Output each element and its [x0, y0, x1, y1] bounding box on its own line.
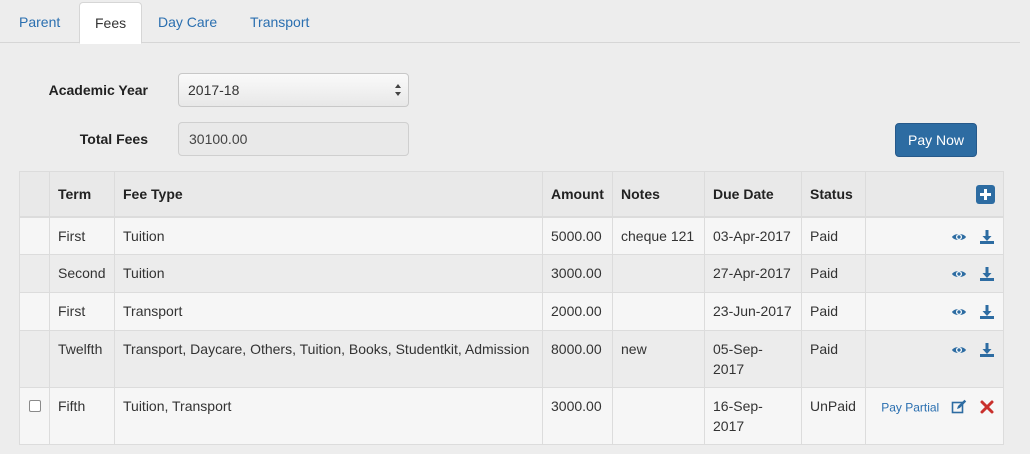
- row-checkbox-cell: [19, 216, 50, 255]
- due-date-cell: 05-Sep-2017: [704, 330, 802, 388]
- header-amount: Amount: [542, 171, 613, 218]
- term-cell: First: [49, 216, 115, 255]
- amount-cell: 8000.00: [542, 330, 613, 388]
- amount-cell: 5000.00: [542, 216, 613, 255]
- table-row: Fifth Tuition, Transport 3000.00 16-Sep-…: [19, 387, 1004, 445]
- tab-parent[interactable]: Parent: [4, 2, 75, 43]
- row-checkbox-cell: [19, 387, 50, 445]
- total-fees-label: Total Fees: [79, 131, 148, 147]
- table-row: First Tuition 5000.00 cheque 121 03-Apr-…: [19, 216, 1004, 255]
- header-fee-type: Fee Type: [114, 171, 543, 218]
- row-checkbox-cell: [19, 330, 50, 388]
- fees-table: Term Fee Type Amount Notes Due Date Stat…: [19, 171, 1004, 445]
- notes-cell: new: [612, 330, 705, 388]
- tab-transport[interactable]: Transport: [235, 2, 324, 43]
- header-term: Term: [49, 171, 115, 218]
- tab-bar: Parent Fees Day Care Transport: [0, 0, 1020, 44]
- total-fees-field: 30100.00: [178, 122, 409, 156]
- header-notes: Notes: [612, 171, 705, 218]
- row-checkbox-cell: [19, 292, 50, 331]
- table-row: Twelfth Transport, Daycare, Others, Tuit…: [19, 330, 1004, 388]
- term-cell: Twelfth: [49, 330, 115, 388]
- download-icon[interactable]: [979, 229, 995, 245]
- status-cell: Paid: [801, 292, 866, 331]
- due-date-cell: 23-Jun-2017: [704, 292, 802, 331]
- table-row: First Transport 2000.00 23-Jun-2017 Paid: [19, 292, 1004, 331]
- pay-now-button[interactable]: Pay Now: [895, 123, 977, 157]
- fee-type-cell: Transport, Daycare, Others, Tuition, Boo…: [114, 330, 543, 388]
- status-cell: Paid: [801, 330, 866, 388]
- view-icon[interactable]: [951, 342, 967, 358]
- academic-year-label: Academic Year: [48, 82, 148, 98]
- actions-cell: [865, 292, 1004, 331]
- edit-icon[interactable]: [951, 399, 967, 415]
- delete-icon[interactable]: [979, 399, 995, 415]
- download-icon[interactable]: [979, 342, 995, 358]
- actions-cell: [865, 254, 1004, 293]
- pay-partial-link[interactable]: Pay Partial: [881, 400, 939, 414]
- select-arrows-icon: [395, 84, 401, 96]
- tab-fees[interactable]: Fees: [79, 2, 143, 44]
- status-cell: UnPaid: [801, 387, 866, 445]
- due-date-cell: 03-Apr-2017: [704, 216, 802, 255]
- due-date-cell: 16-Sep-2017: [704, 387, 802, 445]
- academic-year-select[interactable]: 2017-18: [178, 73, 409, 107]
- view-icon[interactable]: [951, 266, 967, 282]
- row-checkbox-cell: [19, 254, 50, 293]
- table-header-row: Term Fee Type Amount Notes Due Date Stat…: [19, 171, 1004, 218]
- download-icon[interactable]: [979, 266, 995, 282]
- notes-cell: cheque 121: [612, 216, 705, 255]
- header-actions: [865, 171, 1004, 218]
- table-row: Second Tuition 3000.00 27-Apr-2017 Paid: [19, 254, 1004, 293]
- status-cell: Paid: [801, 254, 866, 293]
- view-icon[interactable]: [951, 229, 967, 245]
- header-due-date: Due Date: [704, 171, 802, 218]
- actions-cell: [865, 330, 1004, 388]
- term-cell: First: [49, 292, 115, 331]
- actions-cell: Pay Partial: [865, 387, 1004, 445]
- actions-cell: [865, 216, 1004, 255]
- add-fee-button[interactable]: [976, 185, 995, 205]
- notes-cell: [612, 387, 705, 445]
- academic-year-value: 2017-18: [188, 82, 240, 98]
- amount-cell: 3000.00: [542, 254, 613, 293]
- tab-day-care[interactable]: Day Care: [143, 2, 232, 43]
- notes-cell: [612, 292, 705, 331]
- term-cell: Fifth: [49, 387, 115, 445]
- notes-cell: [612, 254, 705, 293]
- fee-type-cell: Tuition, Transport: [114, 387, 543, 445]
- fee-type-cell: Tuition: [114, 216, 543, 255]
- download-icon[interactable]: [979, 304, 995, 320]
- row-select-checkbox[interactable]: [28, 400, 41, 412]
- amount-cell: 3000.00: [542, 387, 613, 445]
- amount-cell: 2000.00: [542, 292, 613, 331]
- term-cell: Second: [49, 254, 115, 293]
- view-icon[interactable]: [951, 304, 967, 320]
- header-checkbox-cell: [19, 171, 50, 218]
- fee-type-cell: Tuition: [114, 254, 543, 293]
- status-cell: Paid: [801, 216, 866, 255]
- header-status: Status: [801, 171, 866, 218]
- due-date-cell: 27-Apr-2017: [704, 254, 802, 293]
- fee-type-cell: Transport: [114, 292, 543, 331]
